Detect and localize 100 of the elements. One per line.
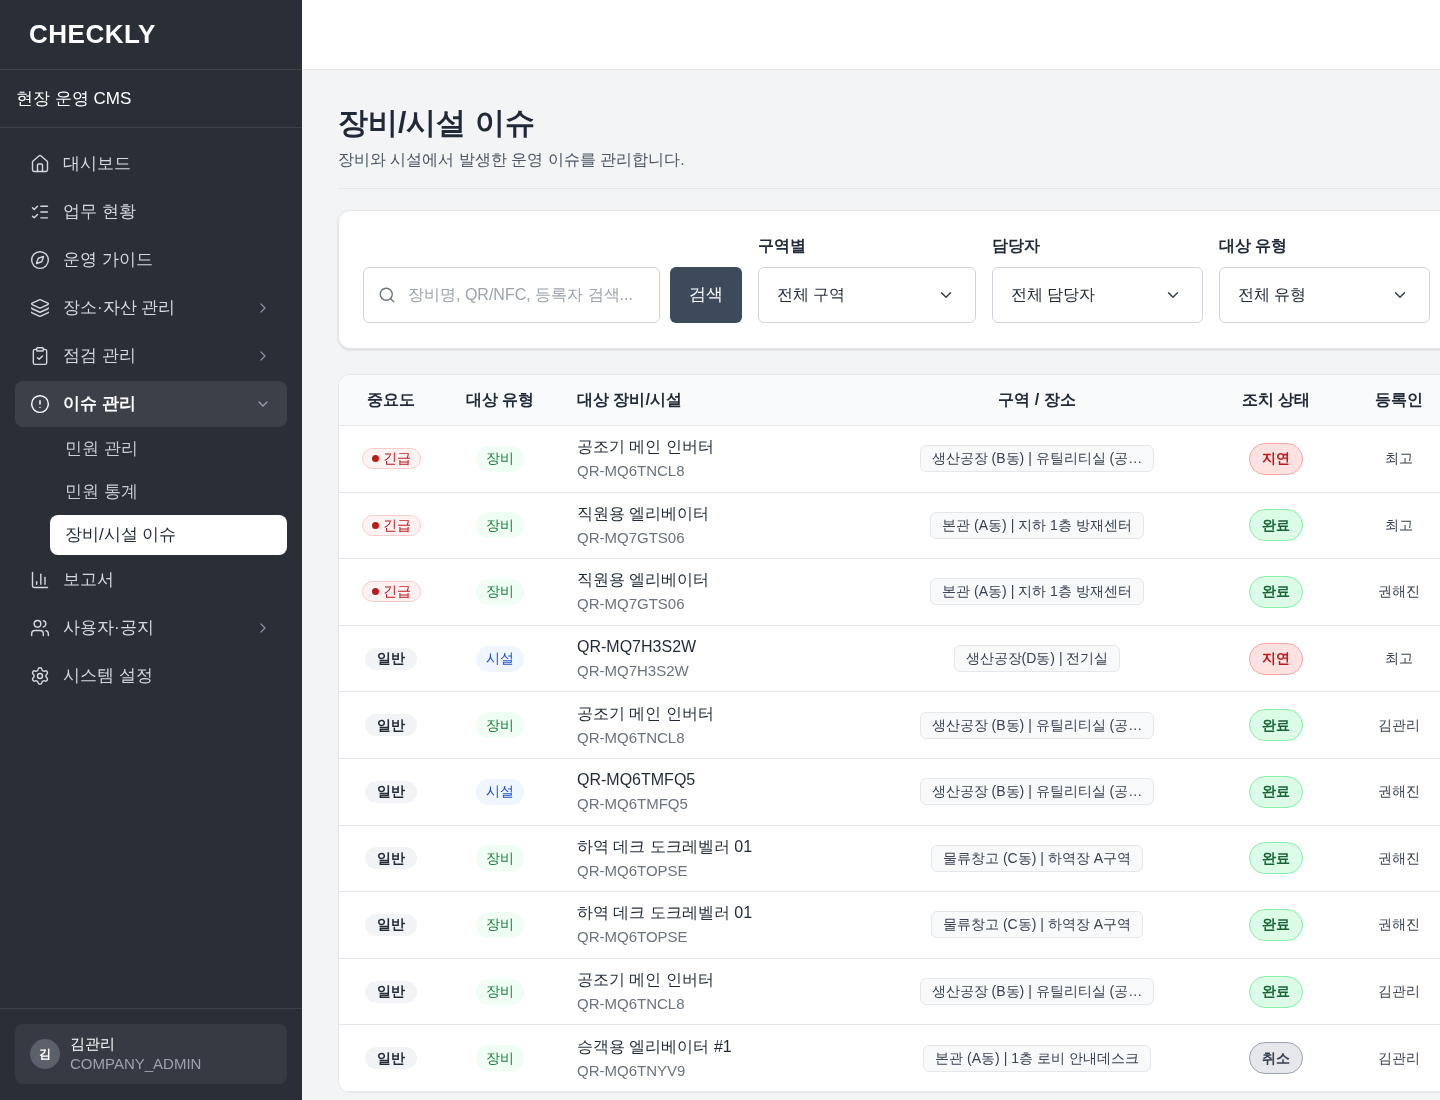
clipboard-check-icon [30,346,50,366]
status-tag: 완료 [1249,709,1303,742]
sidebar-sub-item[interactable]: 민원 통계 [50,472,287,512]
page-title: 장비/시설 이슈 [338,105,535,141]
registrant: 권해진 [1378,848,1420,868]
location-tag: 생산공장 (B동) | 유틸리티실 (공… [919,711,1155,739]
location-tag: 본관 (A동) | 지하 1층 방재센터 [930,511,1144,539]
status-tag: 완료 [1249,576,1303,608]
type-tag: 장비 [476,911,524,938]
page-subtitle: 장비와 시설에서 발생한 운영 이슈를 관리합니다. [338,150,685,170]
user-name: 김관리 [70,1034,116,1054]
registrant: 김관리 [1378,715,1420,735]
type-tag: 장비 [476,445,524,472]
filter-select[interactable]: 전체 유형 [1219,267,1430,323]
column-header: 중요도 [367,390,415,410]
severity-tag: 일반 [365,647,417,670]
sidebar-nav-item[interactable]: 이슈 관리 [15,381,287,427]
type-tag: 장비 [476,512,524,539]
target-code: QR-MQ6TNCL8 [577,994,685,1015]
dot-icon [371,521,379,529]
target-name: QR-MQ6TMFQ5 [577,770,696,791]
location-tag: 생산공장 (B동) | 유틸리티실 (공… [919,978,1155,1006]
status-tag: 완료 [1249,908,1303,941]
registrant: 권해진 [1378,582,1420,602]
status-tag: 취소 [1249,1042,1303,1075]
location-tag: 생산공장 (B동) | 유틸리티실 (공… [919,445,1155,473]
column-header: 구역 / 장소 [998,390,1076,410]
target-name: QR-MQ7H3S2W [577,637,697,658]
registrant: 최고 [1385,515,1413,535]
type-tag: 장비 [476,1045,524,1072]
user-role: COMPANY_ADMIN [70,1054,202,1074]
filter-select[interactable]: 전체 구역 [758,267,976,323]
filter-select[interactable]: 전체 담당자 [992,267,1203,323]
filter-label: 대상 유형 [1219,236,1288,256]
users-icon [30,618,50,638]
status-tag: 지연 [1249,642,1303,675]
registrant: 김관리 [1378,1048,1420,1068]
type-tag: 시설 [476,778,524,805]
target-name: 공조기 메인 인버터 [577,437,714,458]
column-header: 대상 유형 [465,390,535,410]
status-tag: 완료 [1249,509,1303,542]
location-tag: 물류창고 (C동) | 하역장 A구역 [931,911,1143,939]
registrant: 권해진 [1378,915,1420,935]
severity-tag: 일반 [365,780,417,803]
compass-icon [30,250,50,270]
sidebar-nav-item[interactable]: 운영 가이드 [15,237,287,283]
type-tag: 장비 [476,845,524,872]
user-card[interactable]: 김 김관리 COMPANY_ADMIN [15,1024,287,1084]
target-code: QR-MQ6TOPSE [577,860,688,881]
type-tag: 시설 [476,645,524,672]
registrant: 최고 [1385,649,1413,669]
target-name: 공조기 메인 인버터 [577,703,714,724]
column-header: 대상 장비/시설 [577,390,682,410]
column-header: 조치 상태 [1241,390,1311,410]
sidebar-nav-item[interactable]: 점검 관리 [15,333,287,379]
sidebar-nav-item[interactable]: 장소·자산 관리 [15,285,287,331]
location-tag: 생산공장(D동) | 전기실 [953,645,1121,673]
sidebar-sub-item[interactable]: 장비/시설 이슈 [50,515,287,555]
target-name: 직원용 엘리베이터 [577,570,710,591]
column-header: 등록인 [1375,390,1423,410]
alert-circle-icon [30,394,50,414]
search-field[interactable]: 장비명, QR/NFC, 등록자 검색... [363,267,660,323]
target-code: QR-MQ6TMFQ5 [577,794,688,815]
location-tag: 물류창고 (C동) | 하역장 A구역 [931,844,1143,872]
target-code: QR-MQ7GTS06 [577,527,685,548]
search-icon [378,286,396,304]
registrant: 김관리 [1378,982,1420,1002]
type-tag: 장비 [476,579,524,605]
location-tag: 본관 (A동) | 1층 로비 안내데스크 [923,1044,1151,1072]
status-tag: 완료 [1249,842,1303,875]
status-tag: 지연 [1249,442,1303,475]
sidebar-nav-item[interactable]: 보고서 [15,557,287,603]
target-code: QR-MQ6TNYV9 [577,1060,686,1081]
severity-tag: 일반 [365,980,417,1003]
location-tag: 생산공장 (B동) | 유틸리티실 (공… [919,778,1155,806]
sidebar-nav-item[interactable]: 사용자·공지 [15,605,287,651]
dot-icon [371,588,379,596]
dot-icon [371,455,379,463]
registrant: 최고 [1385,449,1413,469]
registrant: 권해진 [1378,782,1420,802]
severity-label: 긴급 [382,515,411,535]
search-button[interactable]: 검색 [670,267,742,323]
type-tag: 장비 [476,712,524,739]
severity-label: 긴급 [382,582,411,602]
target-code: QR-MQ6TOPSE [577,927,688,948]
filter-label: 구역별 [758,236,806,256]
severity-label: 긴급 [382,449,411,469]
sidebar-nav-item[interactable]: 시스템 설정 [15,653,287,699]
sidebar-nav-item[interactable]: 대시보드 [15,141,287,187]
sidebar-sub-item[interactable]: 민원 관리 [50,429,287,469]
house-icon [30,154,50,174]
severity-tag: 일반 [365,847,417,870]
target-code: QR-MQ6TNCL8 [577,727,685,748]
severity-tag: 일반 [365,1047,417,1070]
logo: CHECKLY [29,18,156,51]
target-name: 하역 데크 도크레벨러 01 [577,903,753,924]
target-code: QR-MQ7GTS06 [577,594,685,615]
sidebar-nav-item[interactable]: 업무 현황 [15,189,287,235]
target-name: 승객용 엘리베이터 #1 [577,1036,732,1057]
workspace-name: 현장 운영 CMS [16,87,132,110]
